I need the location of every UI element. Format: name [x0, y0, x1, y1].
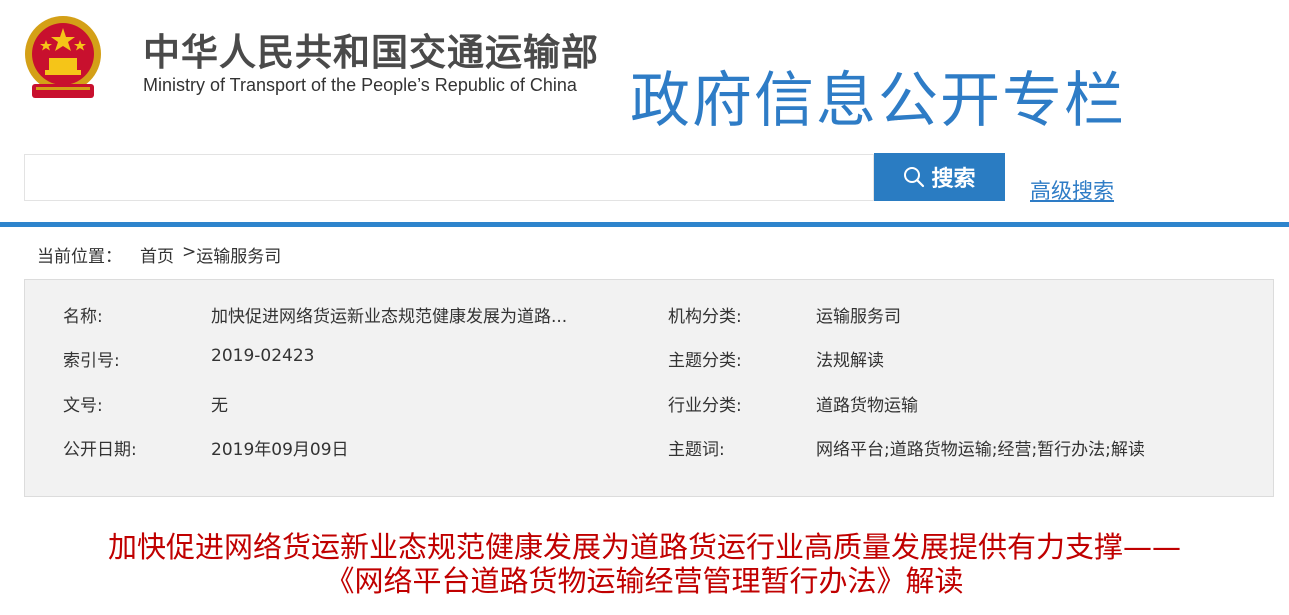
- name-value: 加快促进网络货运新业态规范健康发展为道路...: [211, 307, 568, 327]
- industry-label: 行业分类:: [668, 396, 742, 416]
- breadcrumb: 当前位置： 首页 > 运输服务司: [37, 242, 281, 267]
- index-label: 索引号:: [63, 351, 120, 371]
- org-label: 机构分类:: [668, 307, 742, 327]
- site-header: 中华人民共和国交通运输部 Ministry of Transport of th…: [0, 0, 1289, 140]
- ministry-name-en: Ministry of Transport of the People’s Re…: [143, 75, 577, 95]
- column-title: 政府信息公开专栏: [630, 66, 1126, 136]
- article-title-line2: 《网络平台道路货物运输经营管理暂行办法》解读: [325, 564, 964, 598]
- industry-value: 道路货物运输: [816, 396, 918, 416]
- topic-label: 主题分类:: [668, 351, 742, 371]
- article-title-line1: 加快促进网络货运新业态规范健康发展为道路货运行业高质量发展提供有力支撑——: [107, 530, 1181, 564]
- ministry-name-cn: 中华人民共和国交通运输部: [143, 31, 599, 74]
- topic-value: 法规解读: [816, 351, 884, 371]
- doc-number-label: 文号:: [63, 396, 103, 416]
- keywords-label: 主题词:: [668, 440, 725, 460]
- breadcrumb-current[interactable]: 运输服务司: [196, 242, 281, 267]
- article-title: 加快促进网络货运新业态规范健康发展为道路货运行业高质量发展提供有力支撑—— 《网…: [0, 530, 1289, 598]
- publish-date-label: 公开日期:: [63, 440, 137, 460]
- publish-date-value: 2019年09月09日: [211, 440, 349, 460]
- breadcrumb-home[interactable]: 首页: [140, 242, 174, 267]
- name-label: 名称:: [63, 307, 103, 327]
- breadcrumb-separator: >: [182, 242, 197, 262]
- search-input[interactable]: [24, 154, 874, 201]
- national-emblem-icon[interactable]: [22, 12, 104, 102]
- doc-number-value: 无: [211, 396, 228, 416]
- index-value: 2019-02423: [211, 346, 315, 366]
- breadcrumb-prefix: 当前位置：: [37, 247, 122, 267]
- header-divider: [0, 222, 1289, 227]
- search-button[interactable]: 搜索: [874, 153, 1005, 201]
- org-value: 运输服务司: [816, 307, 901, 327]
- document-info-panel: 名称: 加快促进网络货运新业态规范健康发展为道路... 机构分类: 运输服务司 …: [24, 279, 1274, 497]
- keywords-value: 网络平台;道路货物运输;经营;暂行办法;解读: [816, 440, 1145, 460]
- search-icon: [904, 167, 925, 188]
- search-button-label: 搜索: [931, 166, 976, 191]
- advanced-search-link[interactable]: 高级搜索: [1030, 175, 1114, 205]
